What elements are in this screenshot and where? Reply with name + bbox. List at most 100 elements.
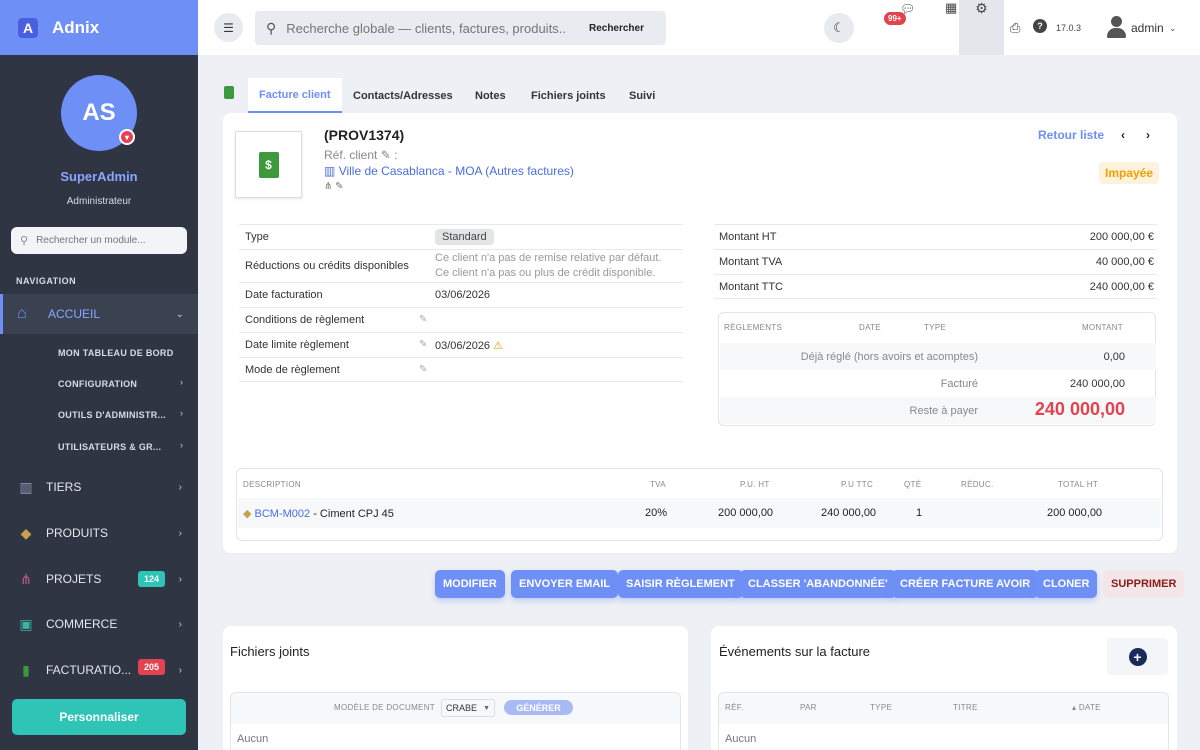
tab-fichiers-joints[interactable]: Fichiers joints xyxy=(520,78,617,113)
project-field[interactable]: ⋔ ✎ xyxy=(324,181,344,192)
tab-notes[interactable]: Notes xyxy=(464,78,517,113)
sidebar-item-projets[interactable]: ⋔ PROJETS 124 › xyxy=(0,564,198,594)
box-icon: ◆ xyxy=(243,508,252,520)
pencil-icon[interactable]: ✎ xyxy=(419,364,427,375)
sort-up-icon: ▴ xyxy=(1072,703,1077,712)
payment-value: 0,00 xyxy=(1103,351,1125,363)
pencil-icon[interactable]: ✎ xyxy=(419,339,427,350)
module-search[interactable]: ⚲ xyxy=(11,227,187,254)
column-header: RÉF. xyxy=(725,703,744,712)
line-total: 200 000,00 xyxy=(1047,507,1103,519)
pencil-icon[interactable]: ✎ xyxy=(381,148,391,162)
personalize-button[interactable]: Personnaliser xyxy=(12,699,186,735)
column-header: TITRE xyxy=(953,703,978,712)
add-event-button[interactable]: + xyxy=(1107,638,1168,675)
table-row: Facturé 240 000,00 xyxy=(720,370,1156,397)
global-search-input[interactable] xyxy=(286,20,567,36)
chevron-right-icon: › xyxy=(178,618,182,630)
sidebar-subitem-configuration[interactable]: CONFIGURATION xyxy=(58,379,137,389)
module-search-input[interactable] xyxy=(36,235,177,246)
clone-button[interactable]: CLONER xyxy=(1035,570,1098,598)
sidebar-item-label: TIERS xyxy=(46,480,82,494)
chevron-down-icon[interactable]: ▾ xyxy=(119,129,135,145)
version-label: 17.0.3 xyxy=(1056,23,1082,33)
classify-abandoned-button[interactable]: CLASSER 'ABANDONNÉE' xyxy=(740,570,896,598)
model-label: MODÈLE DE DOCUMENT xyxy=(334,703,435,712)
payments-table: RÈGLEMENTS DATE TYPE MONTANT Déjà réglé … xyxy=(718,312,1156,426)
print-icon[interactable]: ⎙ xyxy=(1010,20,1020,36)
table-row[interactable]: ◆ BCM-M002 - Ciment CPJ 45 20% 200 000,0… xyxy=(238,498,1161,528)
previous-arrow-icon[interactable]: ‹ xyxy=(1121,128,1125,142)
send-email-button[interactable]: ENVOYER EMAIL xyxy=(511,570,619,598)
tab-suivi[interactable]: Suivi xyxy=(618,78,666,113)
chevron-right-icon: › xyxy=(178,527,182,539)
avatar-initials: AS xyxy=(82,99,116,126)
field-label: Date facturation xyxy=(245,289,323,301)
create-credit-note-button[interactable]: CRÉER FACTURE AVOIR xyxy=(892,570,1039,598)
pencil-icon[interactable]: ✎ xyxy=(419,314,427,325)
chevron-right-icon: › xyxy=(180,440,183,450)
amount-row-ht: Montant HT 200 000,00 € xyxy=(714,224,1157,249)
payment-label: Déjà réglé (hors avoirs et acomptes) xyxy=(800,351,978,363)
status-badge: Impayée xyxy=(1099,162,1160,184)
table-row: Reste à payer 240 000,00 xyxy=(720,397,1156,424)
tab-contacts[interactable]: Contacts/Adresses xyxy=(342,78,464,113)
date-sort-header[interactable]: ▴ DATE xyxy=(1072,703,1101,712)
payment-label: Reste à payer xyxy=(909,405,978,417)
sidebar-item-accueil[interactable]: ⌂ ACCUEIL ⌄ xyxy=(0,294,198,334)
sidebar-subitem-users-groups[interactable]: UTILISATEURS & GR... xyxy=(58,442,161,452)
back-to-list-link[interactable]: Retour liste xyxy=(1038,128,1104,142)
brand[interactable]: A Adnix xyxy=(0,0,198,55)
gear-icon: ⚙ xyxy=(975,0,988,16)
chevron-right-icon: › xyxy=(180,408,183,418)
client-link[interactable]: ▥ Ville de Casablanca - MOA (Autres fact… xyxy=(324,164,574,178)
dark-mode-toggle[interactable]: ☾ xyxy=(824,13,854,43)
sidebar-subitem-admin-tools[interactable]: OUTILS D'ADMINISTR... xyxy=(58,410,166,420)
sidebar-subitem-dashboard[interactable]: MON TABLEAU DE BORD xyxy=(58,348,174,358)
sidebar-item-tiers[interactable]: ▥ TIERS › xyxy=(0,472,198,502)
menu-toggle-button[interactable]: ☰ xyxy=(214,13,243,42)
building-icon: ▥ xyxy=(19,478,33,495)
type-pill: Standard xyxy=(435,229,494,245)
line-pu-ttc: 240 000,00 xyxy=(821,507,877,519)
column-header: TYPE xyxy=(870,703,893,712)
chevron-down-icon[interactable]: ⌄ xyxy=(1169,23,1177,34)
sidebar-item-facturation[interactable]: ▮ FACTURATIO... 205 › xyxy=(0,655,198,685)
next-arrow-icon[interactable]: › xyxy=(1146,128,1150,142)
ref-client-field[interactable]: Réf. client ✎ : xyxy=(324,148,397,162)
sidebar-item-commerce[interactable]: ▣ COMMERCE › xyxy=(0,609,198,639)
modify-button[interactable]: MODIFIER xyxy=(435,570,505,598)
chevron-right-icon: › xyxy=(180,377,183,387)
column-header: PAR xyxy=(800,703,817,712)
search-button[interactable]: Rechercher xyxy=(589,23,644,34)
delete-button[interactable]: SUPPRIMER xyxy=(1103,570,1185,598)
record-payment-button[interactable]: SAISIR RÈGLEMENT xyxy=(618,570,743,598)
global-search[interactable]: ⚲ Rechercher xyxy=(255,11,666,45)
table-row: Déjà réglé (hors avoirs et acomptes) 0,0… xyxy=(720,343,1156,370)
sidebar-user-name[interactable]: SuperAdmin xyxy=(0,169,198,184)
line-pu-ht: 200 000,00 xyxy=(718,507,774,519)
amount-value: 240 000,00 € xyxy=(1089,281,1154,293)
invoice-icon: ▮ xyxy=(22,661,30,678)
field-row-payment-mode: Mode de règlement ✎ xyxy=(239,357,683,382)
sidebar-item-label: ACCUEIL xyxy=(48,307,101,321)
sidebar-item-produits[interactable]: ◆ PRODUITS › xyxy=(0,518,198,548)
calendar-icon[interactable]: ▦ xyxy=(945,0,957,16)
help-icon[interactable]: ? xyxy=(1033,19,1047,33)
generate-button[interactable]: GÉNÉRER xyxy=(504,700,573,715)
user-menu[interactable]: admin xyxy=(1131,21,1164,35)
sidebar-user-role: Administrateur xyxy=(66,196,132,207)
tab-facture-client[interactable]: Facture client xyxy=(248,78,342,113)
amount-value: 40 000,00 € xyxy=(1095,256,1154,268)
column-header: TVA xyxy=(650,480,666,489)
settings-button[interactable]: ⚙ xyxy=(959,0,1004,55)
model-select[interactable]: CRABE ▼ xyxy=(441,699,495,717)
avatar[interactable]: AS ▾ xyxy=(61,75,137,151)
product-link[interactable]: BCM-M002 xyxy=(255,508,311,520)
nav-section-title: NAVIGATION xyxy=(16,276,77,286)
client-name: Ville de Casablanca - MOA (Autres factur… xyxy=(338,164,574,178)
user-avatar-icon[interactable] xyxy=(1106,16,1126,38)
pencil-icon[interactable]: ✎ xyxy=(335,181,343,192)
moon-icon: ☾ xyxy=(833,20,845,35)
field-row-due-date: Date limite règlement ✎ 03/06/2026 ⚠ xyxy=(239,332,683,357)
